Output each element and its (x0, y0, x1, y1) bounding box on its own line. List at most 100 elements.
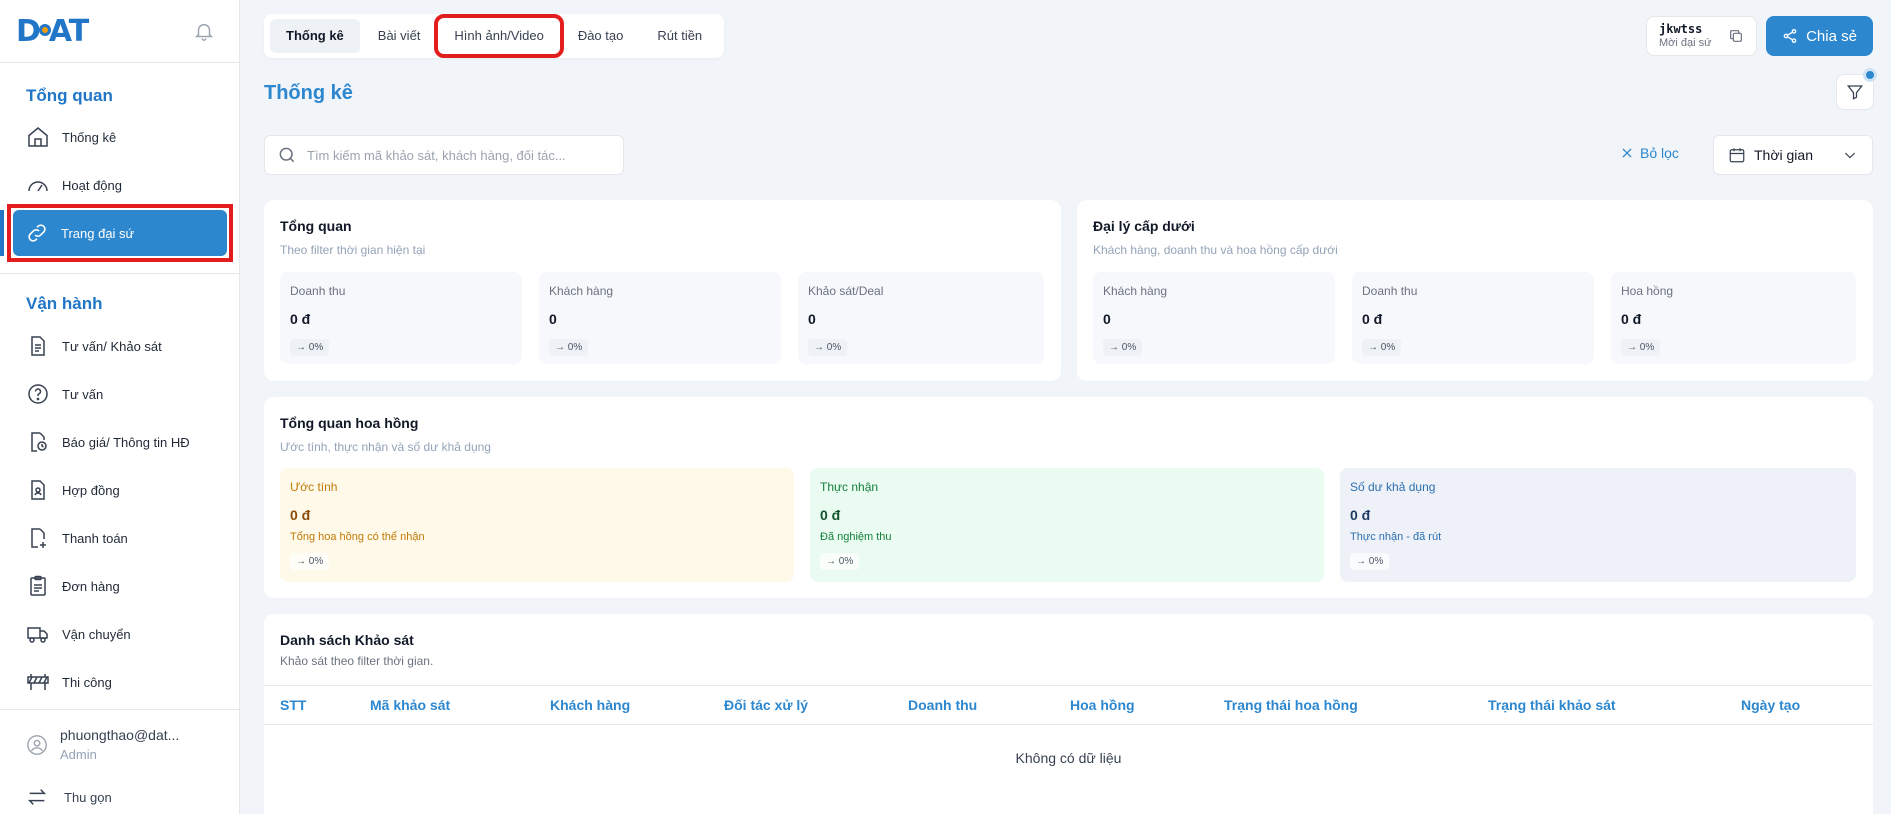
bell-icon[interactable] (193, 20, 215, 42)
sidebar-item-ambassador[interactable]: Trang đại sứ (13, 210, 227, 256)
highlight-box-ambassador: Trang đại sứ (7, 204, 233, 262)
stat-label: Hoa hồng (1621, 284, 1674, 298)
dat-logo[interactable]: D AT (16, 13, 89, 49)
card-title: Tổng quan (280, 218, 352, 234)
trend-badge: → 0% (808, 339, 848, 356)
survey-list-card: Danh sách Khảo sát Khảo sát theo filter … (264, 614, 1873, 814)
user-name: phuongthao@dat... (60, 727, 180, 743)
close-icon (1622, 148, 1632, 158)
stat-label: Doanh thu (1362, 284, 1418, 298)
stat-estimated: Ước tính 0 đ Tổng hoa hồng có thể nhận →… (280, 468, 794, 582)
stat-description: Đã nghiệm thu (820, 531, 892, 543)
stat-label: Khách hàng (1103, 284, 1168, 298)
document-icon (31, 336, 45, 356)
section-title-overview: Tổng quan (26, 86, 113, 105)
card-title: Đại lý cấp dưới (1093, 218, 1195, 234)
user-avatar-icon (27, 734, 47, 755)
user-profile[interactable]: phuongthao@dat... Admin (26, 727, 179, 762)
sidebar-item-shipping[interactable]: Vận chuyển (0, 610, 240, 658)
sidebar-divider (0, 273, 240, 274)
sidebar-item-contract[interactable]: Hợp đồng (0, 466, 240, 514)
card-subtitle: Theo filter thời gian hiện tại (280, 243, 426, 257)
sidebar-item-label: Tư vấn (62, 386, 104, 402)
time-select[interactable]: Thời gian (1713, 135, 1873, 175)
stat-label: Ước tính (290, 480, 338, 494)
commission-overview-card: Tổng quan hoa hồng Ước tính, thực nhận v… (264, 397, 1873, 598)
sub-agent-card: Đại lý cấp dưới Khách hàng, doanh thu và… (1077, 200, 1873, 381)
stat-value: 0 đ (820, 507, 841, 523)
stat-surveys-deals: Khảo sát/Deal 0 → 0% (798, 272, 1044, 364)
search-icon (279, 147, 295, 163)
stat-label: Thực nhận (820, 480, 879, 494)
copy-icon[interactable] (1728, 28, 1744, 44)
sidebar-item-payment[interactable]: Thanh toán (0, 514, 240, 562)
stat-label: Số dư khả dụng (1350, 480, 1436, 494)
clear-filter-button[interactable]: Bỏ lọc (1620, 145, 1679, 161)
filter-icon (1846, 85, 1864, 100)
share-label: Chia sẻ (1806, 27, 1857, 45)
stat-revenue: Doanh thu 0 đ → 0% (1352, 272, 1594, 364)
sidebar-item-consult[interactable]: Tư vấn (0, 370, 240, 418)
stat-label: Khách hàng (549, 284, 614, 298)
search-input[interactable] (307, 147, 611, 163)
tab-images-video[interactable]: Hình ảnh/Video (434, 14, 564, 58)
column-header-created-date[interactable]: Ngày tạo (1741, 697, 1800, 713)
calendar-icon (1729, 148, 1745, 163)
stat-value: 0 đ (1362, 311, 1383, 327)
sidebar-item-activity[interactable]: Hoạt động (0, 161, 240, 209)
sidebar-item-label: Thanh toán (62, 530, 128, 546)
tab-posts[interactable]: Bài viết (362, 19, 437, 53)
referral-code-box[interactable]: jkwtss Mời đại sứ (1646, 16, 1757, 56)
column-header-index[interactable]: STT (280, 697, 306, 713)
sidebar-item-label: Đơn hàng (62, 578, 120, 594)
gauge-icon (28, 181, 48, 192)
page-title: Thống kê (264, 82, 353, 104)
collapse-sidebar-button[interactable]: Thu gọn (26, 786, 112, 808)
clipboard-icon (30, 575, 46, 596)
trend-badge: → 0% (290, 339, 330, 356)
sidebar-item-label: Hợp đồng (62, 482, 120, 498)
sidebar: D AT Tổng quan Thống kê Hoạt động Trang đ… (0, 0, 240, 814)
table-header: STT Mã khảo sát Khách hàng Đối tác xử lý… (264, 685, 1873, 725)
sidebar-item-construction[interactable]: Thi công (0, 658, 240, 706)
stat-value: 0 (549, 311, 557, 327)
file-plus-icon (31, 528, 46, 548)
trend-badge: → 0% (1350, 553, 1390, 570)
column-header-partner[interactable]: Đối tác xử lý (724, 697, 808, 713)
trend-badge: → 0% (820, 553, 860, 570)
overview-card: Tổng quan Theo filter thời gian hiện tại… (264, 200, 1061, 381)
column-header-commission[interactable]: Hoa hồng (1070, 697, 1135, 713)
stat-revenue: Doanh thu 0 đ → 0% (280, 272, 522, 364)
tab-training[interactable]: Đào tạo (562, 19, 640, 53)
tab-withdraw[interactable]: Rút tiền (641, 19, 718, 53)
sidebar-item-label: Thi công (62, 674, 112, 690)
share-button[interactable]: Chia sẻ (1766, 16, 1873, 56)
sidebar-item-quote[interactable]: Báo giá/ Thông tin HĐ (0, 418, 240, 466)
tab-statistics[interactable]: Thống kê (270, 19, 360, 53)
card-title: Danh sách Khảo sát (280, 632, 414, 648)
logo-row: D AT (0, 0, 239, 63)
column-header-commission-status[interactable]: Trạng thái hoa hồng (1224, 697, 1358, 713)
sidebar-item-label: Tư vấn/ Khảo sát (62, 338, 162, 354)
sidebar-item-orders[interactable]: Đơn hàng (0, 562, 240, 610)
stat-customers: Khách hàng 0 → 0% (539, 272, 781, 364)
home-icon (28, 127, 48, 147)
clock-document-icon (31, 432, 47, 452)
column-header-revenue[interactable]: Doanh thu (908, 697, 977, 713)
question-icon (28, 384, 48, 404)
search-box (264, 135, 624, 175)
sidebar-item-statistics[interactable]: Thống kê (0, 113, 240, 161)
column-header-survey-code[interactable]: Mã khảo sát (370, 697, 450, 713)
logo-letters-at: AT (48, 13, 89, 49)
sidebar-item-label: Thống kê (62, 129, 117, 145)
sidebar-divider (0, 709, 240, 710)
trend-badge: → 0% (1103, 339, 1143, 356)
sidebar-item-consult-survey[interactable]: Tư vấn/ Khảo sát (0, 322, 240, 370)
sidebar-item-label: Báo giá/ Thông tin HĐ (62, 434, 190, 450)
stat-value: 0 đ (1621, 311, 1642, 327)
column-header-survey-status[interactable]: Trạng thái khảo sát (1488, 697, 1616, 713)
column-header-customer[interactable]: Khách hàng (550, 697, 630, 713)
stat-value: 0 (808, 311, 816, 327)
stat-value: 0 đ (290, 311, 311, 327)
trend-badge: → 0% (549, 339, 589, 356)
